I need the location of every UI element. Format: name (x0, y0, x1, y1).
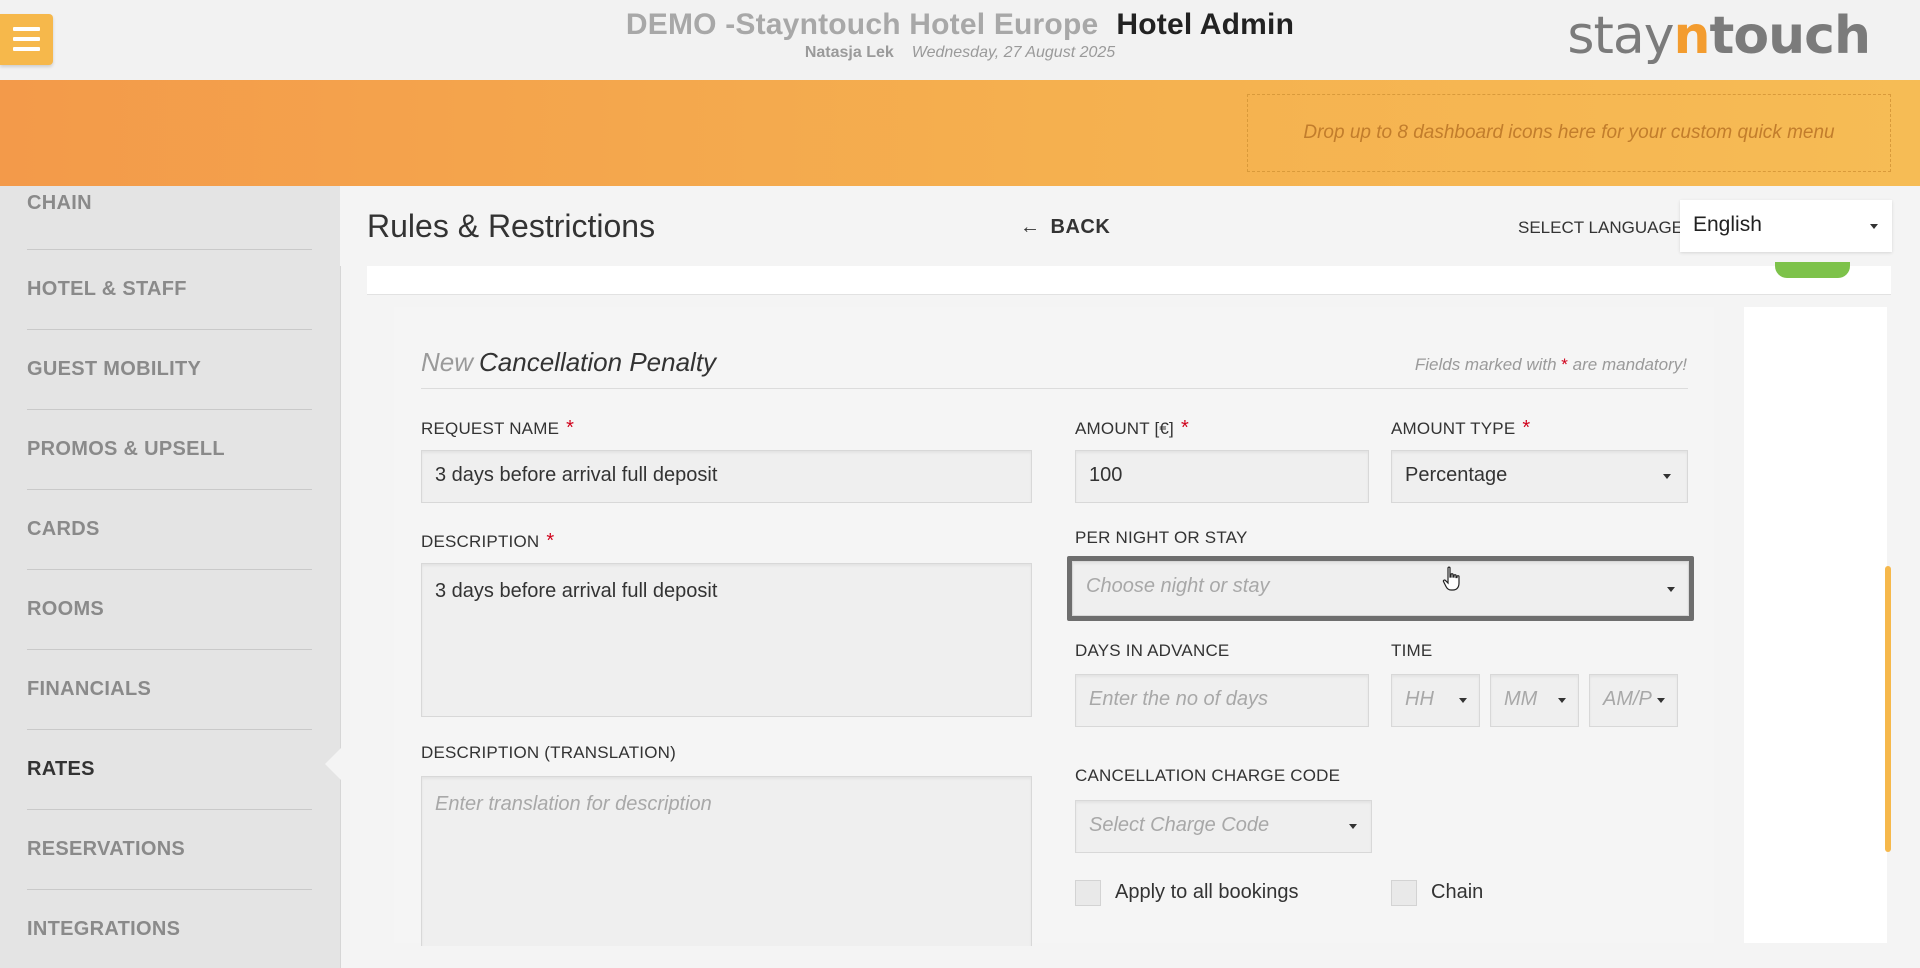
chevron-down-icon (1870, 224, 1878, 229)
description-label: DESCRIPTION * (421, 530, 555, 552)
quick-menu-band: Drop up to 8 dashboard icons here for yo… (0, 80, 1920, 186)
back-arrow-icon: ← (1020, 216, 1041, 238)
days-in-advance-input[interactable]: Enter the no of days (1075, 674, 1369, 727)
sidebar-item-rates[interactable]: RATES (27, 730, 312, 810)
chain-checkbox[interactable] (1391, 880, 1417, 906)
business-date: Wednesday, 27 August 2025 (911, 44, 1116, 61)
chevron-down-icon (1657, 698, 1665, 703)
user-name: Natasja Lek (804, 44, 894, 61)
chevron-down-icon (1558, 698, 1566, 703)
request-name-input[interactable]: 3 days before arrival full deposit (421, 450, 1032, 503)
description-translation-label: DESCRIPTION (TRANSLATION) (421, 743, 676, 762)
amount-input[interactable]: 100 (1075, 450, 1369, 503)
description-textarea[interactable]: 3 days before arrival full deposit (421, 563, 1032, 717)
sidebar-item-guest-mobility[interactable]: GUEST MOBILITY (27, 330, 312, 410)
divider (421, 388, 1688, 389)
focus-ring (1067, 556, 1694, 621)
apply-all-bookings-label: Apply to all bookings (1115, 881, 1299, 903)
request-name-label: REQUEST NAME * (421, 417, 575, 439)
sidebar-item-chain[interactable]: CHAIN (27, 192, 312, 250)
chevron-down-icon (1459, 698, 1467, 703)
select-language-label: SELECT LANGUAGE (1518, 218, 1684, 237)
apply-all-bookings-checkbox[interactable] (1075, 880, 1101, 906)
admin-sidebar: CHAIN HOTEL & STAFF GUEST MOBILITY PROMO… (0, 186, 341, 968)
description-translation-textarea[interactable]: Enter translation for description (421, 776, 1032, 946)
time-minute-select[interactable]: MM (1490, 674, 1579, 727)
charge-code-label: CANCELLATION CHARGE CODE (1075, 766, 1341, 785)
sidebar-item-rooms[interactable]: ROOMS (27, 570, 312, 650)
days-in-advance-label: DAYS IN ADVANCE (1075, 641, 1230, 660)
quick-menu-dropzone[interactable]: Drop up to 8 dashboard icons here for yo… (1247, 94, 1891, 172)
language-select[interactable]: English (1680, 200, 1892, 252)
page-title: Rules & Restrictions (367, 208, 656, 244)
page-heading: Rules & Restrictions ← BACK SELECT LANGUA… (340, 186, 1920, 266)
side-panel (1744, 307, 1887, 943)
rule-list-row (367, 266, 1891, 295)
chevron-down-icon (1663, 474, 1671, 479)
cancellation-penalty-form: New Cancellation Penalty Fields marked wi… (394, 307, 1714, 946)
chain-label: Chain (1431, 881, 1484, 903)
app-name: Hotel Admin (1116, 8, 1295, 41)
amount-type-select[interactable]: Percentage (1391, 450, 1688, 503)
amount-label: AMOUNT [€] * (1075, 417, 1189, 439)
hand-cursor-icon (1442, 566, 1460, 591)
time-label: TIME (1391, 641, 1433, 660)
amount-type-label: AMOUNT TYPE * (1391, 417, 1531, 439)
rule-toggle[interactable] (1775, 262, 1850, 278)
per-night-or-stay-label: PER NIGHT OR STAY (1075, 528, 1248, 547)
sidebar-item-hotel-staff[interactable]: HOTEL & STAFF (27, 250, 312, 330)
sidebar-item-financials[interactable]: FINANCIALS (27, 650, 312, 730)
hotel-name: DEMO -Stayntouch Hotel Europe (625, 8, 1099, 41)
sidebar-item-cards[interactable]: CARDS (27, 490, 312, 570)
stayntouch-logo: stayntouch (1567, 6, 1871, 66)
sidebar-item-promos-upsell[interactable]: PROMOS & UPSELL (27, 410, 312, 490)
scrollbar[interactable] (1885, 566, 1891, 852)
back-button[interactable]: ← BACK (1020, 216, 1110, 239)
charge-code-select[interactable]: Select Charge Code (1075, 800, 1372, 853)
sidebar-item-integrations[interactable]: INTEGRATIONS (27, 890, 312, 968)
chevron-down-icon (1349, 824, 1357, 829)
mandatory-note: Fields marked with * are mandatory! (1414, 355, 1687, 374)
time-hour-select[interactable]: HH (1391, 674, 1480, 727)
top-header: DEMO -Stayntouch Hotel Europe Hotel Admin… (0, 0, 1920, 80)
form-title: New Cancellation Penalty (421, 347, 717, 377)
time-ampm-select[interactable]: AM/P (1589, 674, 1678, 727)
active-item-pointer (325, 748, 341, 780)
sidebar-item-reservations[interactable]: RESERVATIONS (27, 810, 312, 890)
